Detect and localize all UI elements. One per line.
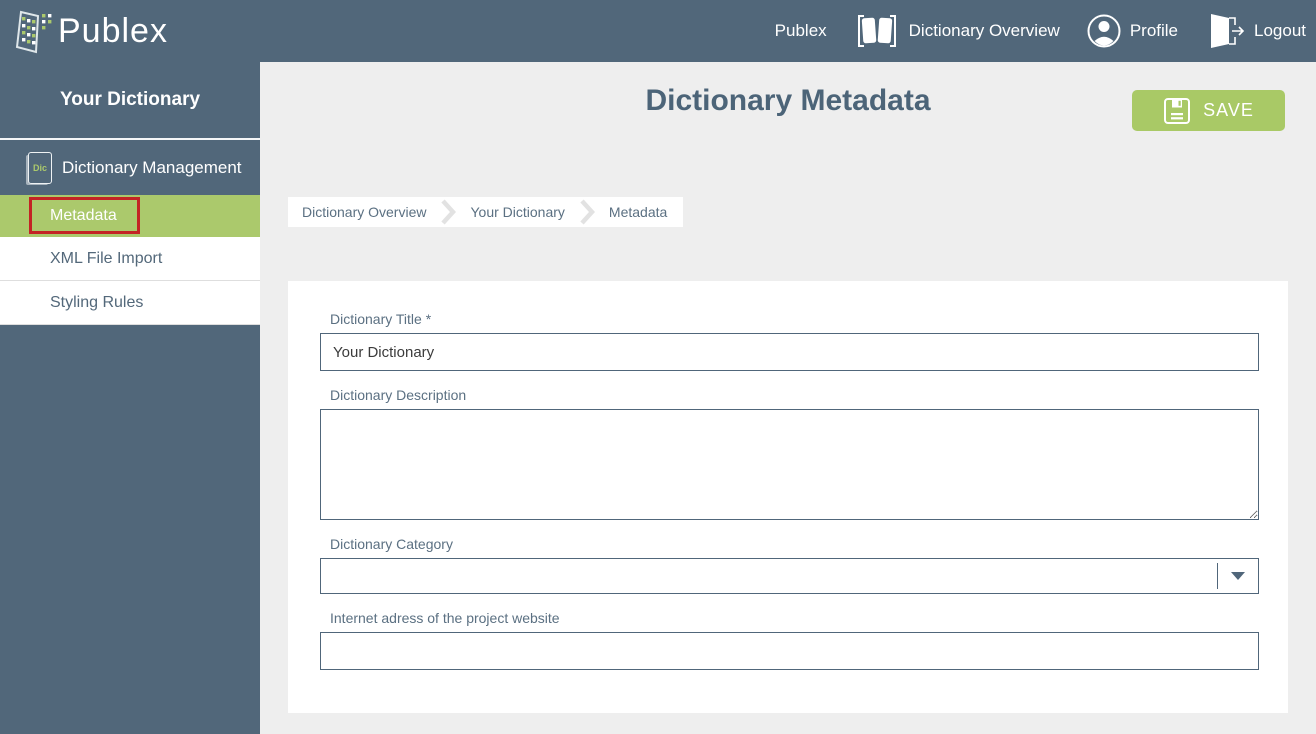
nav-label-profile: Profile: [1130, 21, 1178, 41]
website-url-input[interactable]: [320, 632, 1259, 670]
sidebar-dictionary-title: Your Dictionary: [0, 62, 260, 140]
chevron-right-icon: [440, 199, 456, 225]
dictionary-title-input[interactable]: [320, 333, 1259, 371]
save-button[interactable]: SAVE: [1132, 90, 1285, 131]
publex-logo-icon: [8, 6, 56, 56]
sidebar: Your Dictionary Dic Dictionary Managemen…: [0, 62, 260, 734]
nav-item-publex[interactable]: Publex: [775, 21, 827, 41]
brand-wordmark: Publex: [58, 12, 168, 51]
nav-item-logout[interactable]: Logout: [1204, 12, 1306, 50]
save-button-label: SAVE: [1203, 100, 1254, 121]
nav-label-publex: Publex: [775, 21, 827, 41]
breadcrumb: Dictionary Overview Your Dictionary Meta…: [288, 197, 683, 227]
top-navbar: Publex Publex Dictionary Overview: [0, 0, 1316, 62]
profile-icon: [1086, 13, 1122, 49]
main-content: Dictionary Metadata SAVE Dictionary Over…: [260, 62, 1316, 734]
sidebar-item-dictionary-management[interactable]: Dic Dictionary Management: [0, 140, 260, 195]
book-open-icon: [853, 11, 901, 51]
save-floppy-icon: [1163, 97, 1191, 125]
website-url-label: Internet adress of the project website: [330, 610, 1259, 626]
sidebar-item-label: XML File Import: [50, 250, 162, 268]
sidebar-item-label: Styling Rules: [50, 294, 143, 312]
nav-label-logout: Logout: [1254, 21, 1306, 41]
sidebar-item-xml-file-import[interactable]: XML File Import: [0, 237, 260, 281]
sidebar-item-metadata[interactable]: Metadata: [0, 195, 260, 237]
sidebar-item-label: Metadata: [50, 207, 117, 225]
nav-item-dictionary-overview[interactable]: Dictionary Overview: [853, 11, 1060, 51]
dictionary-description-label: Dictionary Description: [330, 387, 1259, 403]
chevron-down-icon: [1231, 572, 1245, 580]
nav-item-profile[interactable]: Profile: [1086, 13, 1178, 49]
nav-label-dictionary-overview: Dictionary Overview: [909, 21, 1060, 41]
breadcrumb-item-dictionary-overview[interactable]: Dictionary Overview: [302, 204, 426, 220]
dictionary-category-label: Dictionary Category: [330, 536, 1259, 552]
metadata-form-card: Dictionary Title * Dictionary Descriptio…: [288, 281, 1288, 713]
select-divider: [1217, 563, 1218, 589]
dictionary-category-select[interactable]: [320, 558, 1259, 594]
chevron-right-icon: [579, 199, 595, 225]
breadcrumb-item-your-dictionary[interactable]: Your Dictionary: [470, 204, 564, 220]
sidebar-section-label: Dictionary Management: [62, 158, 242, 178]
brand-logo[interactable]: Publex: [0, 6, 168, 56]
dictionary-title-label: Dictionary Title *: [330, 311, 1259, 327]
logout-icon: [1204, 12, 1246, 50]
dic-book-icon: Dic: [28, 152, 52, 184]
breadcrumb-item-metadata[interactable]: Metadata: [609, 204, 667, 220]
navbar-links: Publex Dictionary Overview: [749, 11, 1316, 51]
dictionary-description-textarea[interactable]: [320, 409, 1259, 520]
sidebar-item-styling-rules[interactable]: Styling Rules: [0, 281, 260, 325]
